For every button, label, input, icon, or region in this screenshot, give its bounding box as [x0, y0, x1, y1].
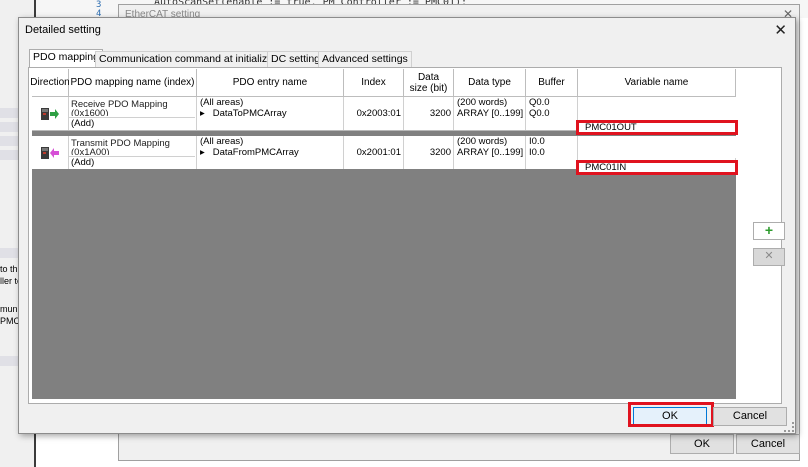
entry-name-text: DataToPMCArray [212, 108, 287, 119]
entry-name-text: DataFromPMCArray [212, 147, 299, 158]
mapping-name-text: Transmit PDO Mapping (0x1A00) [71, 139, 170, 155]
direction-cell [32, 97, 69, 130]
empty-cell [454, 158, 526, 169]
empty-cell [197, 119, 344, 130]
variable-name-field-in[interactable]: PMC01IN [576, 160, 738, 175]
tab-pdo-mapping[interactable]: PDO mapping [29, 49, 103, 67]
receive-pdo-icon [41, 108, 59, 120]
all-areas-cell: (All areas) [197, 97, 344, 108]
expand-arrow-icon[interactable]: ▸ [200, 108, 205, 119]
entry-name-cell[interactable]: ▸ DataToPMCArray [197, 108, 344, 119]
expand-arrow-icon[interactable]: ▸ [200, 147, 205, 158]
size-cell: 3200 [404, 108, 454, 119]
column-header-variable-name: Variable name [578, 69, 736, 97]
tab-communication-command[interactable]: Communication command at initialization [95, 51, 294, 67]
index-cell: 0x2001:01 [344, 147, 404, 158]
detailed-setting-dialog: Detailed setting ✕ PDO mapping Communica… [18, 17, 796, 434]
cancel-button[interactable]: Cancel [713, 407, 787, 426]
column-header-buffer: Buffer [526, 69, 578, 97]
column-header-entry-name: PDO entry name [197, 69, 344, 97]
resize-grip[interactable] [784, 422, 794, 432]
column-header-data-type: Data type [454, 69, 526, 97]
data-size-total-cell: (200 words) [454, 136, 526, 147]
background-cancel-button[interactable]: Cancel [736, 434, 800, 454]
size-cell [404, 136, 454, 147]
background-ok-button[interactable]: OK [670, 434, 734, 454]
index-cell [344, 97, 404, 108]
empty-cell [344, 119, 404, 130]
buffer-cell: I0.0 [526, 136, 578, 147]
direction-cell [32, 136, 69, 169]
column-header-direction: Direction [30, 69, 70, 97]
mapping-name-cell[interactable]: Transmit PDO Mapping (0x1A00) (Add) [69, 136, 197, 169]
empty-cell [404, 158, 454, 169]
buffer-cell: Q0.0 [526, 97, 578, 108]
buffer-cell: Q0.0 [526, 108, 578, 119]
ok-highlight-box [628, 402, 714, 427]
dialog-title: Detailed setting [25, 24, 101, 36]
bg-text-fragment: PMC [0, 316, 20, 326]
all-areas-cell: (All areas) [197, 136, 344, 147]
empty-cell [526, 119, 578, 130]
pdo-mapping-panel: Direction PDO mapping name (index) PDO e… [28, 67, 785, 404]
tab-dc-setting[interactable]: DC setting [267, 51, 325, 67]
empty-cell [197, 158, 344, 169]
mapping-name-cell[interactable]: Receive PDO Mapping (0x1600) (Add) [69, 97, 197, 130]
mapping-name-text: Receive PDO Mapping (0x1600) [71, 100, 168, 116]
pdo-mapping-grid: Direction PDO mapping name (index) PDO e… [30, 69, 736, 399]
add-row-text[interactable]: (Add) [71, 119, 94, 129]
index-cell [344, 136, 404, 147]
data-type-cell: ARRAY [0..199] OF [454, 147, 526, 158]
size-cell [404, 97, 454, 108]
delete-entry-button[interactable]: ✕ [753, 248, 785, 266]
bg-text-fragment: to th [0, 264, 18, 274]
empty-cell [454, 119, 526, 130]
index-cell: 0x2003:01 [344, 108, 404, 119]
column-header-mapping-name: PDO mapping name (index) [69, 69, 197, 97]
empty-cell [526, 158, 578, 169]
empty-cell [404, 119, 454, 130]
entry-name-cell[interactable]: ▸ DataFromPMCArray [197, 147, 344, 158]
size-cell: 3200 [404, 147, 454, 158]
data-size-total-cell: (200 words) [454, 97, 526, 108]
buffer-cell: I0.0 [526, 147, 578, 158]
add-entry-button[interactable]: + [753, 222, 785, 240]
column-header-data-size: Data size (bit) [404, 69, 454, 97]
transmit-pdo-icon [41, 147, 59, 159]
column-header-index: Index [344, 69, 404, 97]
variable-name-field-out[interactable]: PMC01OUT [576, 120, 738, 135]
add-row-text[interactable]: (Add) [71, 158, 94, 168]
tab-advanced-settings[interactable]: Advanced settings [318, 51, 412, 67]
empty-cell [344, 158, 404, 169]
data-type-cell: ARRAY [0..199] OF [454, 108, 526, 119]
close-icon[interactable]: ✕ [774, 21, 787, 39]
